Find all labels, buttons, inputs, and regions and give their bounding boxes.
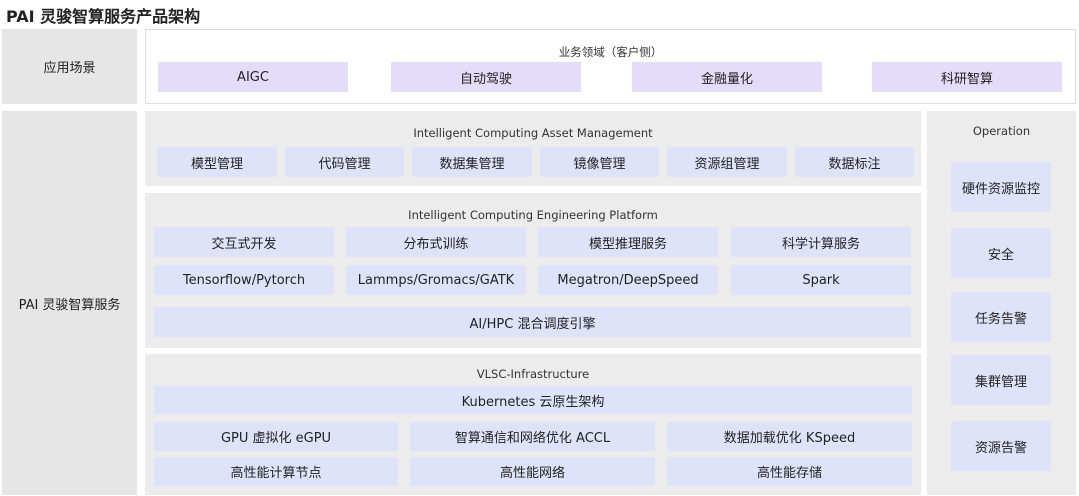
framework-box: Lammps/Gromacs/GATK xyxy=(346,265,526,295)
scheduler-box: AI/HPC 混合调度引擎 xyxy=(154,307,911,337)
app-scenarios-header: 业务领域（客户侧） xyxy=(558,45,663,59)
framework-box: Spark xyxy=(731,265,911,295)
asset-box: 数据标注 xyxy=(795,147,914,177)
infrastructure-header: VLSC-Infrastructure xyxy=(476,367,590,381)
infra-box: GPU 虚拟化 eGPU xyxy=(154,422,398,451)
scenario-box: 金融量化 xyxy=(632,62,822,92)
service-label: PAI 灵骏智算服务 xyxy=(2,111,137,495)
infrastructure-panel: VLSC-Infrastructure Kubernetes 云原生架构 GPU… xyxy=(145,354,921,495)
platform-box: 模型推理服务 xyxy=(538,227,718,257)
asset-management-header: Intelligent Computing Asset Management xyxy=(413,126,653,140)
engineering-platform-panel: Intelligent Computing Engineering Platfo… xyxy=(145,193,921,348)
page-title: PAI 灵骏智算服务产品架构 xyxy=(6,7,201,26)
hardware-box: 高性能计算节点 xyxy=(154,457,398,486)
app-scenarios-panel: 业务领域（客户侧） AIGC 自动驾驶 金融量化 科研智算 xyxy=(145,29,1076,104)
asset-box: 模型管理 xyxy=(157,147,277,177)
asset-management-panel: Intelligent Computing Asset Management 模… xyxy=(145,111,921,186)
operation-box: 硬件资源监控 xyxy=(951,162,1051,212)
kubernetes-box: Kubernetes 云原生架构 xyxy=(154,386,912,414)
scenario-box: 自动驾驶 xyxy=(391,62,581,92)
asset-box: 数据集管理 xyxy=(412,147,532,177)
engineering-platform-header: Intelligent Computing Engineering Platfo… xyxy=(408,208,658,222)
operation-box: 资源告警 xyxy=(951,421,1051,471)
app-scenarios-label: 应用场景 xyxy=(2,29,137,104)
asset-box: 代码管理 xyxy=(285,147,404,177)
platform-box: 科学计算服务 xyxy=(731,227,911,257)
scenario-box: AIGC xyxy=(158,62,348,92)
hardware-box: 高性能存储 xyxy=(667,457,912,486)
asset-box: 资源组管理 xyxy=(667,147,787,177)
operation-box: 安全 xyxy=(951,228,1051,278)
infra-box: 数据加载优化 KSpeed xyxy=(667,422,912,451)
asset-box: 镜像管理 xyxy=(540,147,659,177)
operation-box: 任务告警 xyxy=(951,292,1051,342)
platform-box: 分布式训练 xyxy=(346,227,526,257)
infra-box: 智算通信和网络优化 ACCL xyxy=(410,422,655,451)
framework-box: Megatron/DeepSpeed xyxy=(538,265,718,295)
platform-box: 交互式开发 xyxy=(154,227,334,257)
framework-box: Tensorflow/Pytorch xyxy=(154,265,334,295)
operation-header: Operation xyxy=(972,124,1031,138)
scenario-box: 科研智算 xyxy=(872,62,1062,92)
operation-panel: Operation 硬件资源监控 安全 任务告警 集群管理 资源告警 xyxy=(927,111,1076,495)
operation-box: 集群管理 xyxy=(951,355,1051,405)
hardware-box: 高性能网络 xyxy=(410,457,655,486)
